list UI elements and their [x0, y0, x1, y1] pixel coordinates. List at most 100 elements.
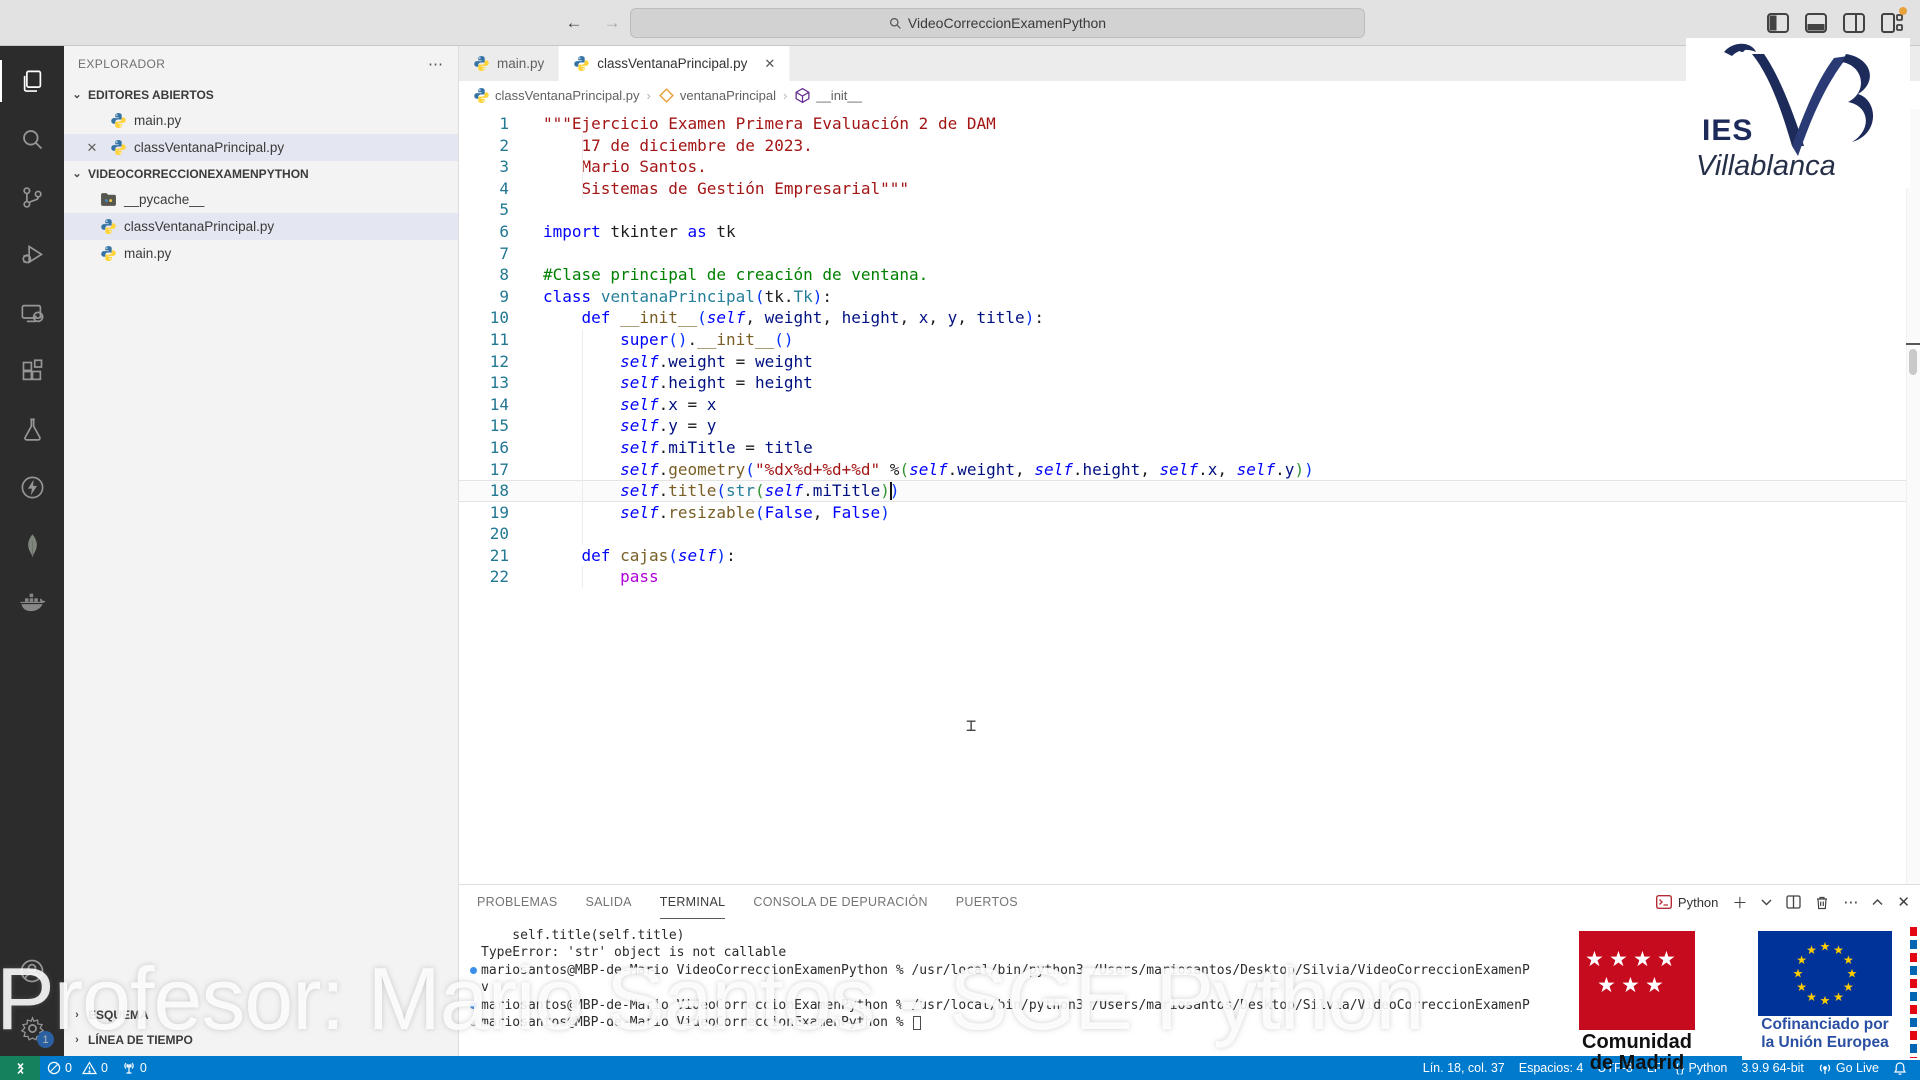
line-number: 4	[459, 178, 509, 200]
code-line-11[interactable]: 11 super().__init__()	[459, 329, 1920, 351]
code-line-15[interactable]: 15 self.y = y	[459, 415, 1920, 437]
eu-text-2: la Unión Europea	[1742, 1034, 1908, 1052]
close-editor-icon[interactable]: ✕	[84, 140, 100, 156]
panel-tab-puertos[interactable]: PUERTOS	[956, 885, 1018, 919]
scrollbar-thumb[interactable]	[1909, 349, 1917, 375]
terminal-dropdown-icon[interactable]	[1761, 898, 1772, 906]
code-text: self.x = x	[543, 395, 716, 414]
docker-icon[interactable]	[0, 574, 64, 632]
code-line-13[interactable]: 13 self.height = height	[459, 372, 1920, 394]
forward-button[interactable]: →	[598, 9, 626, 37]
extensions-icon[interactable]	[0, 342, 64, 400]
terminal-icon	[1656, 895, 1672, 909]
line-number: 19	[459, 502, 509, 524]
section-header-videocorreccionexamenpython[interactable]: ⌄VIDEOCORRECCIONEXAMENPYTHON	[64, 161, 458, 186]
status-label: Go Live	[1836, 1061, 1879, 1075]
code-editor[interactable]: 1"""Ejercicio Examen Primera Evaluación …	[459, 109, 1920, 884]
tree-item[interactable]: main.py	[64, 107, 458, 134]
split-terminal-icon[interactable]	[1786, 895, 1801, 909]
breadcrumb-label: ventanaPrincipal	[680, 88, 776, 103]
remote-explorer-icon[interactable]	[0, 284, 64, 342]
search-icon	[889, 17, 902, 30]
tree-item[interactable]: ✕classVentanaPrincipal.py	[64, 134, 458, 161]
source-control-icon[interactable]	[0, 168, 64, 226]
breadcrumb-item[interactable]: ventanaPrincipal	[658, 87, 776, 104]
back-button[interactable]: ←	[560, 9, 588, 37]
kill-terminal-icon[interactable]	[1815, 895, 1829, 910]
toggle-panel-icon[interactable]	[1803, 10, 1828, 35]
code-line-19[interactable]: 19 self.resizable(False, False)	[459, 502, 1920, 524]
tree-item-label: classVentanaPrincipal.py	[124, 219, 274, 234]
python-file-icon	[110, 139, 127, 156]
line-number: 5	[459, 199, 509, 221]
panel-more-icon[interactable]: ⋯	[1843, 893, 1858, 911]
editor-scrollbar[interactable]	[1906, 109, 1920, 884]
svg-text:★: ★	[1847, 967, 1858, 981]
thunder-client-icon[interactable]	[0, 458, 64, 516]
ports-status[interactable]: 0	[115, 1056, 154, 1080]
line-number: 6	[459, 221, 509, 243]
code-line-9[interactable]: 9class ventanaPrincipal(tk.Tk):	[459, 286, 1920, 308]
close-panel-icon[interactable]: ✕	[1897, 893, 1910, 911]
status-l-n-18-col-37[interactable]: Lín. 18, col. 37	[1416, 1056, 1512, 1080]
sidebar-actions-icon[interactable]: ⋯	[428, 55, 444, 73]
panel-tab-terminal[interactable]: TERMINAL	[660, 885, 726, 919]
python-file-icon	[110, 112, 127, 129]
toggle-sidebar-icon[interactable]	[1765, 10, 1790, 35]
file-icon-holder	[110, 112, 127, 129]
customize-layout-icon[interactable]	[1879, 10, 1904, 35]
svg-text:★: ★	[1796, 980, 1807, 994]
testing-icon[interactable]	[0, 400, 64, 458]
code-line-14[interactable]: 14 self.x = x	[459, 394, 1920, 416]
python-file-icon	[573, 55, 590, 72]
search-panel-icon[interactable]	[0, 110, 64, 168]
problems-status[interactable]: 0 0	[40, 1056, 115, 1080]
section-chevron-icon: ⌄	[70, 167, 84, 180]
maximize-panel-icon[interactable]	[1872, 898, 1883, 906]
tab-close-icon[interactable]: ✕	[764, 56, 775, 72]
command-center-search[interactable]: VideoCorreccionExamenPython	[630, 8, 1365, 38]
section-header-editores-abiertos[interactable]: ⌄EDITORES ABIERTOS	[64, 82, 458, 107]
python-file-icon	[100, 245, 117, 262]
code-line-16[interactable]: 16 self.miTitle = title	[459, 437, 1920, 459]
code-line-22[interactable]: 22 pass	[459, 566, 1920, 588]
mongodb-icon[interactable]	[0, 516, 64, 574]
new-terminal-icon[interactable]: ＋	[1732, 892, 1747, 913]
madrid-text-1: Comunidad	[1567, 1031, 1707, 1054]
tree-item[interactable]: main.py	[64, 240, 458, 267]
tree-item[interactable]: classVentanaPrincipal.py	[64, 213, 458, 240]
indent-guide	[582, 178, 583, 200]
code-line-18[interactable]: 18 self.title(str(self.miTitle))	[459, 480, 1920, 502]
breadcrumb-item[interactable]: __init__	[794, 87, 862, 104]
code-line-5[interactable]: 5	[459, 199, 1920, 221]
panel-tab-problemas[interactable]: PROBLEMAS	[477, 885, 558, 919]
svg-text:★: ★	[1820, 994, 1831, 1008]
file-icon-holder	[100, 245, 117, 262]
code-line-20[interactable]: 20	[459, 523, 1920, 545]
panel-tab-consola-de-depuraci-n[interactable]: CONSOLA DE DEPURACIÓN	[753, 885, 927, 919]
tab-classVentanaPrincipal.py[interactable]: classVentanaPrincipal.py✕	[559, 46, 790, 81]
tree-item[interactable]: __pycache__	[64, 186, 458, 213]
class-symbol-icon	[658, 87, 675, 104]
breadcrumb-separator: ›	[647, 88, 651, 103]
panel-tab-salida[interactable]: SALIDA	[586, 885, 632, 919]
code-line-7[interactable]: 7	[459, 243, 1920, 265]
tab-main.py[interactable]: main.py	[459, 46, 559, 81]
toggle-secondary-sidebar-icon[interactable]	[1841, 10, 1866, 35]
explorer-icon[interactable]	[0, 52, 64, 110]
panel-header: PROBLEMAS SALIDA TERMINAL CONSOLA DE DEPURA…	[459, 885, 1920, 919]
code-line-10[interactable]: 10 def __init__(self, weight, height, x,…	[459, 307, 1920, 329]
code-line-12[interactable]: 12 self.weight = weight	[459, 351, 1920, 373]
svg-text:★: ★	[1793, 967, 1804, 981]
code-line-17[interactable]: 17 self.geometry("%dx%d+%d+%d" %(self.we…	[459, 459, 1920, 481]
remote-indicator[interactable]	[0, 1056, 40, 1080]
madrid-text-2: de Madrid	[1567, 1052, 1707, 1075]
breadcrumb-item[interactable]: classVentanaPrincipal.py	[473, 87, 640, 104]
code-line-8[interactable]: 8#Clase principal de creación de ventana…	[459, 264, 1920, 286]
terminal-profile[interactable]: Python	[1656, 895, 1718, 910]
code-line-21[interactable]: 21 def cajas(self):	[459, 545, 1920, 567]
errors-count: 0	[65, 1061, 72, 1075]
code-line-6[interactable]: 6import tkinter as tk	[459, 221, 1920, 243]
run-debug-icon[interactable]	[0, 226, 64, 284]
python-file-icon	[473, 55, 490, 72]
